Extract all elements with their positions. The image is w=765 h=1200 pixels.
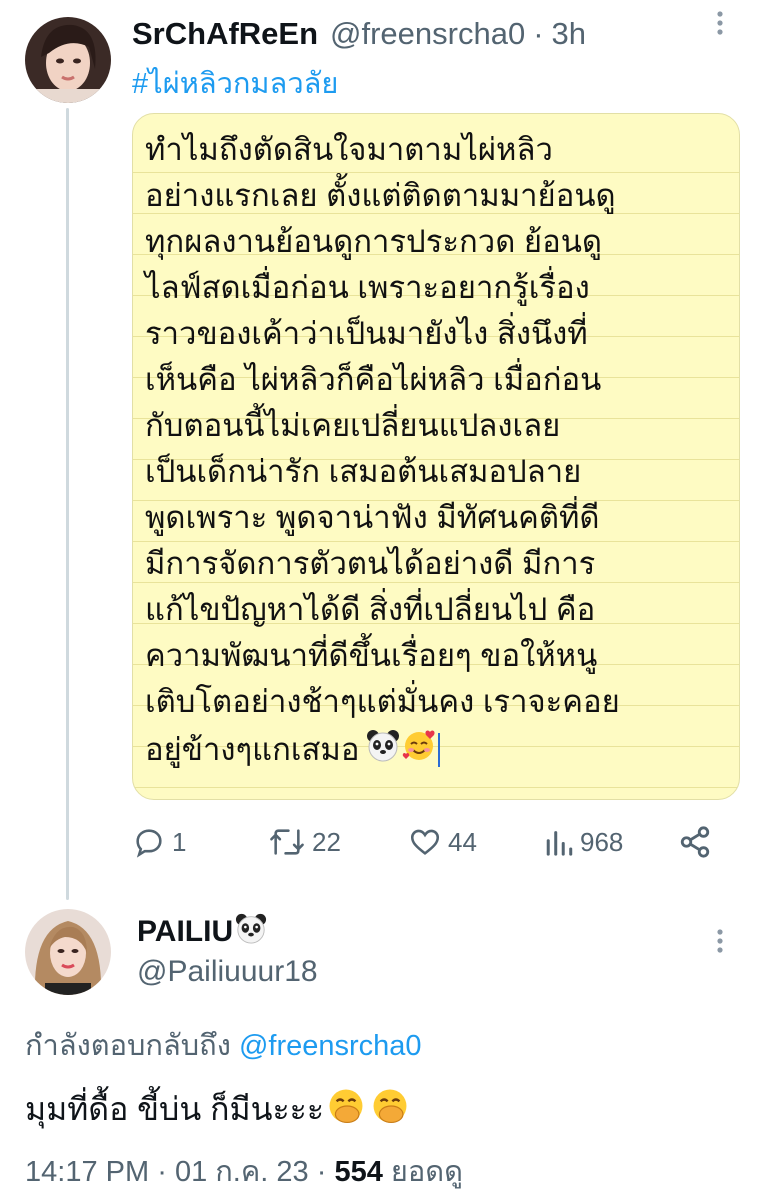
tweet-meta-line: 14:17 PM · 01 ก.ค. 23 · 554 ยอดดู	[25, 1148, 463, 1194]
face-with-hand-over-mouth-emoji-icon	[370, 1086, 410, 1134]
text-cursor	[437, 733, 440, 767]
replying-to-line: กำลังตอบกลับถึง @freensrcha0	[25, 1022, 422, 1068]
user-handle[interactable]: @Pailiuuur18	[137, 955, 318, 989]
note-text-line: กับตอนนี้ไม่เคยเปลี่ยนแปลงเลย	[145, 408, 561, 443]
note-text-line: ราวของเค้าว่าเป็นมายังไง สิ่งนึงที่	[145, 316, 588, 351]
tweet-date[interactable]: 01 ก.ค. 23	[175, 1156, 309, 1188]
panda-emoji-icon	[235, 912, 267, 952]
replying-to-mention[interactable]: @freensrcha0	[239, 1030, 422, 1062]
smiling-face-with-hearts-emoji-icon	[402, 728, 436, 772]
like-count: 44	[448, 826, 477, 857]
replying-to-label: กำลังตอบกลับถึง	[25, 1030, 231, 1062]
retweet-button[interactable]: 22	[268, 818, 341, 866]
note-text-line: เป็นเด็กน่ารัก เสมอต้นเสมอปลาย	[145, 454, 582, 489]
tweet-header: SrChAfReEn @freensrcha0 · 3h	[132, 12, 586, 56]
note-text-line: ไลฟ์สดเมื่อก่อน เพราะอยากรู้เรื่อง	[145, 270, 590, 305]
views-count[interactable]: 554	[334, 1156, 382, 1188]
thread-connector-line	[66, 108, 69, 900]
note-text-last-line: อยู่ข้างๆแกเสมอ	[145, 728, 440, 772]
analytics-bars-icon	[544, 825, 574, 859]
tweet-time[interactable]: 14:17 PM	[25, 1156, 149, 1188]
note-text-line: เห็นคือ ไผ่หลิวก็คือไผ่หลิว เมื่อก่อน	[145, 362, 602, 397]
tweet2-display-name-row: PAILIU	[137, 912, 267, 952]
reply-icon	[132, 825, 166, 859]
share-button[interactable]	[678, 818, 712, 866]
note-text-line: ทำไมถึงตัดสินใจมาตามไผ่หลิว	[145, 132, 553, 167]
separator-dot: ·	[533, 16, 544, 51]
avatar-srchafreen[interactable]	[25, 17, 111, 103]
display-name[interactable]: SrChAfReEn	[132, 16, 318, 52]
note-text-line: เติบโตอย่างช้าๆแต่มั่นคง เราจะคอย	[145, 684, 620, 719]
tweet-actions-bar: 1 22 44 968	[132, 818, 722, 866]
reply-count: 1	[172, 826, 187, 857]
face-with-hand-over-mouth-emoji-icon	[326, 1086, 366, 1134]
retweet-icon	[268, 825, 306, 859]
heart-icon	[408, 825, 442, 859]
note-text-line: อย่างแรกเลย ตั้งแต่ติดตามมาย้อนดู	[145, 178, 616, 213]
tweet-body: มุมที่ดื้อ ขี้บ่น ก็มีนะะะ	[25, 1091, 325, 1127]
hashtag-link[interactable]: #ไผ่หลิวกมลวลัย	[132, 60, 338, 106]
user-handle[interactable]: @freensrcha0	[330, 16, 525, 52]
more-options-icon[interactable]	[710, 926, 730, 968]
retweet-count: 22	[312, 826, 341, 857]
avatar-pailiu[interactable]	[25, 909, 111, 995]
like-button[interactable]: 44	[408, 818, 477, 866]
panda-emoji-icon	[366, 728, 400, 772]
views-button[interactable]: 968	[544, 818, 623, 866]
more-options-icon[interactable]	[710, 8, 730, 50]
views-count: 968	[580, 826, 624, 857]
note-text-line: อยู่ข้างๆแกเสมอ	[145, 732, 360, 767]
note-text-line: ทุกผลงานย้อนดูการประกวด ย้อนดู	[145, 224, 603, 259]
tweet2-text: มุมที่ดื้อ ขี้บ่น ก็มีนะะะ	[25, 1084, 410, 1135]
note-text-line: แก้ไขปัญหาได้ดี สิ่งที่เปลี่ยนไป คือ	[145, 592, 596, 627]
note-text-line: มีการจัดการตัวตนได้อย่างดี มีการ	[145, 546, 596, 581]
separator-dot: ·	[316, 1156, 327, 1188]
views-label: ยอดดู	[390, 1156, 463, 1188]
note-text-line: พูดเพราะ พูดจาน่าฟัง มีทัศนคติที่ดี	[145, 500, 600, 535]
note-image[interactable]: ทำไมถึงตัดสินใจมาตามไผ่หลิว อย่างแรกเลย …	[132, 113, 740, 800]
separator-dot: ·	[157, 1156, 167, 1188]
share-icon	[678, 825, 712, 859]
display-name[interactable]: PAILIU	[137, 915, 233, 949]
reply-button[interactable]: 1	[132, 818, 186, 866]
tweet-timestamp[interactable]: 3h	[552, 16, 586, 52]
note-text-line: ความพัฒนาที่ดีขึ้นเรื่อยๆ ขอให้หนู	[145, 638, 598, 673]
